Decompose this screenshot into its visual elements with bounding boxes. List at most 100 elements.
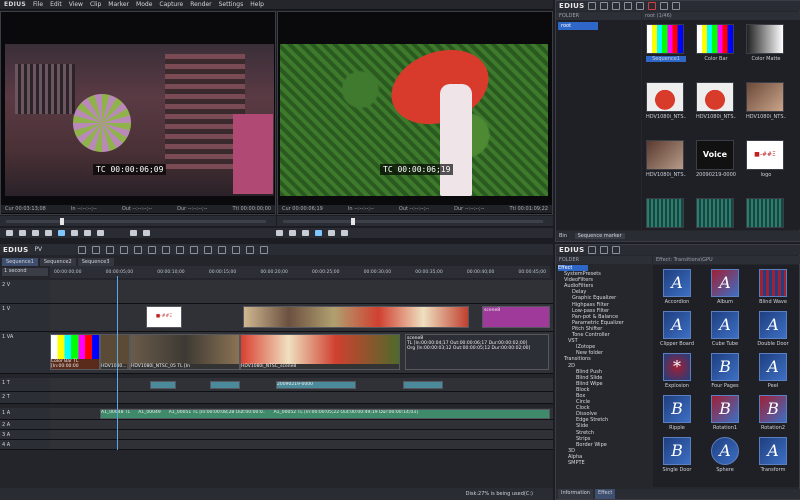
clip-scene8[interactable]: scene8: [482, 306, 550, 328]
bin-view-icon[interactable]: [624, 2, 633, 10]
effects-up-icon[interactable]: [600, 246, 609, 254]
bin-delete-icon[interactable]: [648, 2, 657, 10]
thumb-color-bar[interactable]: Color Bar: [696, 24, 736, 72]
tab-sequence1[interactable]: Sequence1: [2, 258, 38, 266]
delete-icon[interactable]: [190, 245, 199, 254]
bin-add-icon[interactable]: [636, 2, 645, 10]
track-label-4a[interactable]: 4 A: [0, 440, 50, 449]
title-clip-4[interactable]: [403, 381, 443, 389]
track-label-2v[interactable]: 2 V: [0, 280, 50, 303]
fx-sphere[interactable]: A Sphere: [705, 437, 745, 473]
menu-capture[interactable]: Capture: [159, 1, 183, 8]
fx-accordion[interactable]: A Accordion: [657, 269, 697, 305]
thumb-clip-1[interactable]: HDV1080i_NTS...: [646, 82, 686, 130]
menu-settings[interactable]: Settings: [219, 1, 244, 8]
new-sequence-icon[interactable]: [78, 245, 87, 254]
bin-up-icon[interactable]: [612, 2, 621, 10]
rewind-button[interactable]: [32, 230, 39, 236]
insert-button[interactable]: [130, 230, 137, 236]
track-label-3a[interactable]: 3 A: [0, 430, 50, 439]
bin-copy-icon[interactable]: [672, 2, 681, 10]
thumb-clip-3[interactable]: HDV1080i_NTS...: [746, 82, 786, 130]
track-label-1va[interactable]: 1 VA: [0, 332, 50, 373]
menu-render[interactable]: Render: [190, 1, 211, 8]
render-icon[interactable]: [260, 245, 269, 254]
thumb-clip-4[interactable]: HDV1080i_NTS...: [646, 140, 686, 188]
save-project-icon[interactable]: [106, 245, 115, 254]
rec-set-in-button[interactable]: [276, 230, 283, 236]
track-label-1v[interactable]: 1 V: [0, 304, 50, 331]
effects-search-icon[interactable]: [612, 246, 621, 254]
track-label-2a[interactable]: 2 A: [0, 420, 50, 429]
overwrite-button[interactable]: [143, 230, 150, 236]
paste-icon[interactable]: [176, 245, 185, 254]
fx-explosion[interactable]: * Explosion: [657, 353, 697, 389]
menu-file[interactable]: File: [33, 1, 43, 8]
play-button[interactable]: [58, 230, 65, 236]
tab-effect[interactable]: Effect: [594, 489, 616, 499]
rec-set-out-button[interactable]: [289, 230, 296, 236]
thumb-logo[interactable]: ■-##Ξ logo: [746, 140, 786, 188]
title-clip-3[interactable]: 20090219-0000: [276, 381, 356, 389]
set-in-button[interactable]: [6, 230, 13, 236]
link-icon[interactable]: [218, 245, 227, 254]
player-slider[interactable]: [0, 216, 276, 226]
render-button[interactable]: [341, 230, 348, 236]
clip-colorbar[interactable]: Color Bar TL [In:00:00:00: [50, 334, 100, 370]
clip-hdv-2[interactable]: HDV1080i_NTSC_05 TL [In: [130, 334, 240, 370]
redo-icon[interactable]: [134, 245, 143, 254]
clip-logo-1[interactable]: ■-##Ξ: [146, 306, 182, 328]
fx-blind-wave[interactable]: Blind Wave: [753, 269, 793, 305]
step-back-button[interactable]: [45, 230, 52, 236]
clip-scene-strip[interactable]: [243, 306, 469, 328]
fx-clipper-board[interactable]: A Clipper Board: [657, 311, 697, 347]
rec-fast-forward-button[interactable]: [328, 230, 335, 236]
menu-clip[interactable]: Clip: [90, 1, 101, 8]
fx-ripple[interactable]: B Ripple: [657, 395, 697, 431]
fx-single-door[interactable]: B Single Door: [657, 437, 697, 473]
cut-icon[interactable]: [148, 245, 157, 254]
timeline-ruler[interactable]: 00:00:00;00 00:00:05;00 00:00:10;00 00:00:1…: [50, 266, 550, 278]
thumb-clip-2[interactable]: HDV1080i_NTS...: [696, 82, 736, 130]
marker-icon[interactable]: [246, 245, 255, 254]
menu-edit[interactable]: Edit: [50, 1, 62, 8]
title-clip-2[interactable]: [210, 381, 240, 389]
thumb-color-matte[interactable]: Color Matte: [746, 24, 786, 72]
step-forward-button[interactable]: [71, 230, 78, 236]
fx-rotation2[interactable]: B Rotation2: [753, 395, 793, 431]
title-clip-1[interactable]: [150, 381, 176, 389]
set-out-button[interactable]: [19, 230, 26, 236]
thumb-voice[interactable]: Voice 20090219-0000: [696, 140, 736, 188]
undo-icon[interactable]: [120, 245, 129, 254]
bin-cut-icon[interactable]: [660, 2, 669, 10]
track-label-1a[interactable]: 1 A: [0, 408, 50, 419]
fast-forward-button[interactable]: [84, 230, 91, 236]
fx-four-pages[interactable]: B Four Pages: [705, 353, 745, 389]
copy-icon[interactable]: [162, 245, 171, 254]
fx-rotation1[interactable]: B Rotation1: [705, 395, 745, 431]
snap-icon[interactable]: [204, 245, 213, 254]
clip-hdv-3[interactable]: HDV1080i_NTSC_scene8: [240, 334, 400, 370]
fx-double-door[interactable]: A Double Door: [753, 311, 793, 347]
rec-play-button[interactable]: [315, 230, 322, 236]
sequence-marker-tab[interactable]: Sequence marker: [574, 233, 625, 239]
menu-help[interactable]: Help: [250, 1, 264, 8]
fx-peel[interactable]: A Peel: [753, 353, 793, 389]
effects-view-icon[interactable]: [588, 246, 597, 254]
menu-mode[interactable]: Mode: [136, 1, 152, 8]
group-icon[interactable]: [232, 245, 241, 254]
timeline-cursor[interactable]: [117, 276, 118, 450]
tab-sequence2[interactable]: Sequence2: [39, 258, 76, 266]
fx-transform[interactable]: A Transform: [753, 437, 793, 473]
bin-search-icon[interactable]: [600, 2, 609, 10]
bin-root-folder[interactable]: root: [558, 22, 598, 30]
timescale-selector[interactable]: 1 second: [2, 268, 48, 276]
tab-information[interactable]: Information: [558, 489, 593, 499]
mode-indicator[interactable]: PV: [34, 246, 42, 253]
track-label-2t[interactable]: 2 T: [0, 392, 50, 403]
tab-sequence3[interactable]: Sequence3: [77, 258, 114, 266]
loop-button[interactable]: [97, 230, 104, 236]
rec-rewind-button[interactable]: [302, 230, 309, 236]
menu-marker[interactable]: Marker: [108, 1, 129, 8]
track-label-1t[interactable]: 1 T: [0, 378, 50, 391]
